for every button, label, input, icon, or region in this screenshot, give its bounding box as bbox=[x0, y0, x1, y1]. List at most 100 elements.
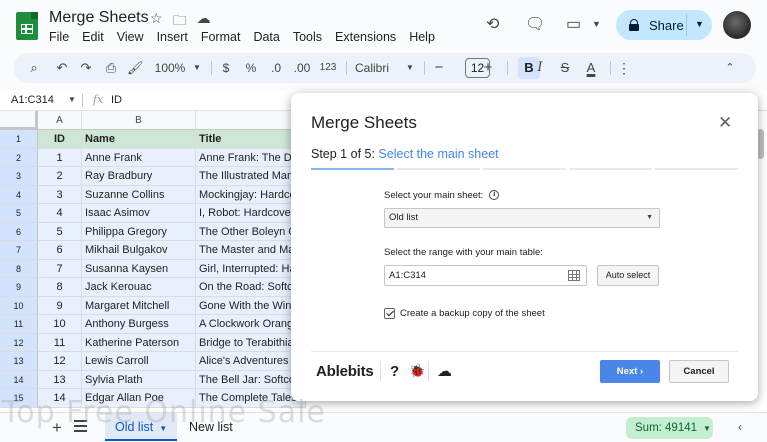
version-history-icon[interactable]: ⟲ bbox=[486, 14, 499, 34]
cell-name[interactable]: Margaret Mitchell bbox=[82, 296, 196, 315]
range-input[interactable]: A1:C314 bbox=[384, 265, 587, 286]
text-color-button[interactable]: A bbox=[584, 53, 598, 83]
redo-icon[interactable]: ↷ bbox=[78, 53, 94, 83]
zoom-chevron-down-icon[interactable]: ▼ bbox=[192, 53, 202, 83]
row-header[interactable]: 14 bbox=[0, 370, 38, 389]
cell-name[interactable]: Suzanne Collins bbox=[82, 185, 196, 204]
cell-id[interactable]: 4 bbox=[38, 204, 82, 223]
row-header[interactable]: 6 bbox=[0, 222, 38, 241]
cell-name[interactable]: Anne Frank bbox=[82, 148, 196, 167]
cell-id[interactable]: 1 bbox=[38, 148, 82, 167]
sheets-logo-icon[interactable] bbox=[16, 12, 38, 40]
cell-id[interactable]: 13 bbox=[38, 370, 82, 389]
menu-extensions[interactable]: Extensions bbox=[335, 30, 396, 44]
sheet-tab-old-list[interactable]: Old list ▼ bbox=[105, 413, 178, 441]
font-size-increase-icon[interactable]: + bbox=[481, 53, 495, 83]
percent-button[interactable]: % bbox=[244, 53, 258, 83]
cell-name[interactable]: Edgar Allan Poe bbox=[82, 389, 196, 408]
cell-id[interactable]: 8 bbox=[38, 278, 82, 297]
row-header[interactable]: 11 bbox=[0, 315, 38, 334]
cell-name[interactable]: Anthony Burgess bbox=[82, 315, 196, 334]
cell-name[interactable]: Lewis Carroll bbox=[82, 352, 196, 371]
cell-id[interactable]: 11 bbox=[38, 333, 82, 352]
cell-title[interactable]: The Master and Margarita bbox=[196, 241, 306, 260]
menu-help[interactable]: Help bbox=[409, 30, 435, 44]
italic-button[interactable]: I bbox=[533, 53, 547, 83]
paint-format-icon[interactable]: 🖌 bbox=[127, 53, 144, 83]
column-header-c[interactable] bbox=[196, 111, 306, 130]
cell-id[interactable]: 10 bbox=[38, 315, 82, 334]
avatar[interactable] bbox=[723, 11, 751, 39]
meet-video-icon[interactable]: ▭ bbox=[566, 14, 581, 34]
meet-chevron-down-icon[interactable]: ▼ bbox=[592, 19, 601, 29]
all-sheets-menu-icon[interactable] bbox=[74, 420, 87, 432]
sheet-tab-new-list[interactable]: New list bbox=[179, 413, 243, 441]
row-header[interactable]: 10 bbox=[0, 296, 38, 315]
formula-input[interactable]: ID bbox=[111, 94, 122, 106]
cell-name[interactable]: Philippa Gregory bbox=[82, 222, 196, 241]
menu-view[interactable]: View bbox=[117, 30, 144, 44]
name-box-chevron-down-icon[interactable]: ▼ bbox=[68, 95, 76, 104]
cell-title[interactable]: Mockingjay: Hardcover bbox=[196, 185, 306, 204]
menu-format[interactable]: Format bbox=[201, 30, 241, 44]
share-chevron-down-icon[interactable]: ▼ bbox=[695, 19, 704, 29]
decrease-decimal-button[interactable]: .0 bbox=[268, 53, 284, 83]
strikethrough-button[interactable]: S bbox=[558, 53, 572, 83]
sum-badge[interactable]: Sum: 49141 ▼ bbox=[626, 417, 713, 439]
help-icon[interactable]: ? bbox=[390, 363, 399, 380]
search-menus-icon[interactable]: ⌕ bbox=[26, 53, 42, 83]
cell-title[interactable]: I, Robot: Hardcover bbox=[196, 204, 306, 223]
row-header[interactable]: 8 bbox=[0, 259, 38, 278]
row-header[interactable]: 4 bbox=[0, 185, 38, 204]
cell-title[interactable]: Bridge to Terabithia bbox=[196, 333, 306, 352]
cell-name[interactable]: Ray Bradbury bbox=[82, 167, 196, 186]
cell-title[interactable]: Alice's Adventures bbox=[196, 352, 306, 371]
menu-tools[interactable]: Tools bbox=[293, 30, 322, 44]
document-title[interactable]: Merge Sheets bbox=[49, 9, 149, 27]
row-header[interactable]: 15 bbox=[0, 389, 38, 408]
cell-title[interactable]: The Other Boleyn Girl bbox=[196, 222, 306, 241]
cell-id[interactable]: ID bbox=[38, 130, 82, 149]
menu-edit[interactable]: Edit bbox=[82, 30, 104, 44]
column-header-a[interactable]: A bbox=[38, 111, 82, 130]
cell-id[interactable]: 9 bbox=[38, 296, 82, 315]
side-panel-toggle-icon[interactable]: ‹ bbox=[738, 420, 742, 434]
share-button[interactable]: Share ▼ bbox=[616, 10, 712, 40]
cell-id[interactable]: 14 bbox=[38, 389, 82, 408]
cell-name[interactable]: Susanna Kaysen bbox=[82, 259, 196, 278]
row-header[interactable]: 13 bbox=[0, 352, 38, 371]
row-header[interactable]: 5 bbox=[0, 204, 38, 223]
currency-button[interactable]: $ bbox=[220, 53, 232, 83]
cell-name[interactable]: Isaac Asimov bbox=[82, 204, 196, 223]
vertical-scrollbar[interactable] bbox=[757, 129, 764, 159]
cell-title[interactable]: Title bbox=[196, 130, 306, 149]
cell-id[interactable]: 7 bbox=[38, 259, 82, 278]
cell-name[interactable]: Mikhail Bulgakov bbox=[82, 241, 196, 260]
cell-title[interactable]: The Bell Jar: Softcover bbox=[196, 370, 306, 389]
bug-report-icon[interactable]: 🐞 bbox=[409, 363, 425, 379]
cell-title[interactable]: Gone With the Wind bbox=[196, 296, 306, 315]
cell-title[interactable]: A Clockwork Orange bbox=[196, 315, 306, 334]
row-header[interactable]: 12 bbox=[0, 333, 38, 352]
cell-title[interactable]: Girl, Interrupted: Hardcover bbox=[196, 259, 306, 278]
info-icon[interactable]: i bbox=[489, 190, 500, 201]
auto-select-button[interactable]: Auto select bbox=[597, 265, 659, 286]
cell-id[interactable]: 5 bbox=[38, 222, 82, 241]
contact-support-icon[interactable]: ☁ bbox=[437, 362, 452, 380]
backup-option[interactable]: Create a backup copy of the sheet bbox=[384, 308, 545, 319]
number-format-button[interactable]: 123 bbox=[318, 53, 338, 83]
row-header[interactable]: 9 bbox=[0, 278, 38, 297]
cell-name[interactable]: Katherine Paterson bbox=[82, 333, 196, 352]
menu-file[interactable]: File bbox=[49, 30, 69, 44]
row-header[interactable]: 2 bbox=[0, 148, 38, 167]
backup-checkbox[interactable] bbox=[384, 308, 395, 319]
font-select[interactable]: Calibri bbox=[355, 53, 395, 83]
increase-decimal-button[interactable]: .00 bbox=[292, 53, 312, 83]
cell-id[interactable]: 2 bbox=[38, 167, 82, 186]
comments-icon[interactable]: 🗨 bbox=[525, 14, 545, 34]
select-range-grid-icon[interactable] bbox=[568, 270, 580, 281]
row-header[interactable]: 1 bbox=[0, 130, 38, 149]
font-chevron-down-icon[interactable]: ▼ bbox=[405, 53, 415, 83]
cell-title[interactable]: The Complete Tales bbox=[196, 389, 306, 408]
row-header[interactable]: 3 bbox=[0, 167, 38, 186]
